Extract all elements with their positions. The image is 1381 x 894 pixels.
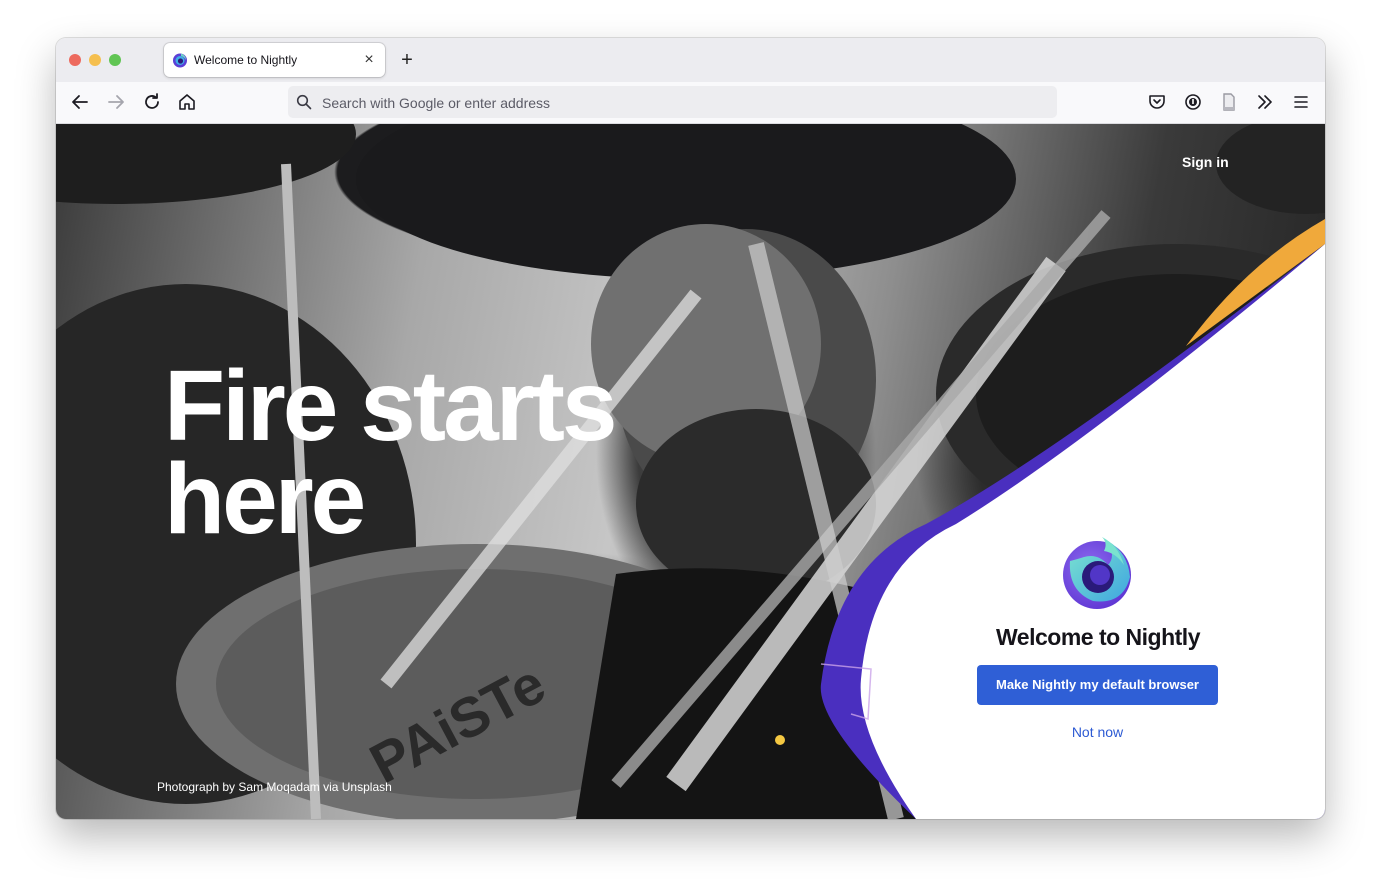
hero-headline: Fire starts here [164,350,724,555]
welcome-page: PAiSTe Sign in Fire starts here Photogra… [56,124,1325,819]
search-icon [296,94,312,110]
url-input[interactable]: Search with Google or enter address [322,95,550,111]
window-minimize-button[interactable] [89,54,101,66]
forward-arrow-icon[interactable] [104,90,128,114]
hamburger-menu-icon[interactable] [1289,90,1313,114]
photo-credit: Photograph by Sam Moqadam via Unsplash [157,780,392,794]
sign-in-button[interactable]: Sign in [1170,144,1241,180]
chevron-double-right-icon[interactable] [1253,90,1277,114]
headline-line-2: here [164,443,366,555]
tab-title: Welcome to Nightly [194,53,298,67]
pocket-icon[interactable] [1145,90,1169,114]
window-maximize-button[interactable] [109,54,121,66]
nightly-favicon-icon [173,53,187,68]
password-manager-icon[interactable] [1181,90,1205,114]
window-close-button[interactable] [69,54,81,66]
headline-line-1: Fire starts [164,350,618,462]
make-default-browser-button[interactable]: Make Nightly my default browser [977,665,1218,705]
back-arrow-icon[interactable] [68,90,92,114]
tab-close-icon[interactable]: × [360,51,378,69]
navigation-toolbar: Search with Google or enter address [56,82,1325,124]
tab-bar: Welcome to Nightly × + [56,38,1325,82]
browser-window: Welcome to Nightly × + Search with Googl… [56,38,1325,819]
home-icon[interactable] [175,90,199,114]
welcome-title: Welcome to Nightly [996,624,1201,650]
url-bar[interactable]: Search with Google or enter address [288,86,1057,118]
reader-view-icon[interactable] [1217,90,1241,114]
tab-welcome[interactable]: Welcome to Nightly × [164,43,385,77]
nightly-logo-icon [1063,537,1131,609]
new-tab-button[interactable]: + [396,50,418,72]
reload-icon[interactable] [140,90,164,114]
not-now-button[interactable]: Not now [977,722,1218,746]
